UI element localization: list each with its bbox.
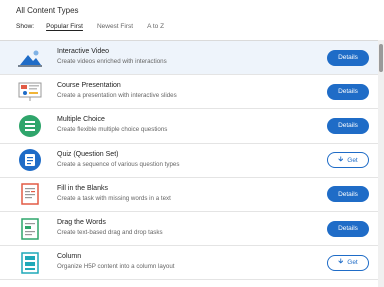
list-item[interactable]: Multiple Choice Create flexible multiple…	[0, 109, 378, 144]
content-type-list: Interactive Video Create videos enriched…	[0, 40, 378, 287]
list-item[interactable]: Fill in the Blanks Create a task with mi…	[0, 178, 378, 212]
item-name: Fill in the Blanks	[57, 184, 108, 192]
item-name: Interactive Video	[57, 48, 110, 55]
item-description: Create a presentation with interactive s…	[57, 92, 177, 100]
fill-in-the-blanks-icon	[18, 182, 42, 206]
get-label: Get	[347, 156, 358, 164]
item-description: Create videos enriched with interactions	[57, 58, 167, 65]
scrollbar-thumb[interactable]	[379, 44, 383, 72]
details-button[interactable]: Details	[327, 220, 369, 237]
item-name: Drag the Words	[57, 218, 106, 226]
item-description: Organize H5P content into a column layou…	[57, 263, 175, 271]
item-name: Multiple Choice	[57, 116, 105, 124]
list-item[interactable]: Column Organize H5P content into a colum…	[0, 246, 378, 281]
sort-popular-first[interactable]: Popular First	[46, 23, 83, 30]
item-description: Create text-based drag and drop tasks	[57, 228, 163, 236]
item-description: Create a task with missing words in a te…	[57, 194, 171, 202]
list-item[interactable]: Drag the Words Create text-based drag an…	[0, 212, 378, 247]
details-button[interactable]: Details	[327, 117, 369, 134]
show-label: Show:	[16, 23, 35, 30]
list-item[interactable]: Interactive Video Create videos enriched…	[0, 41, 378, 76]
item-name: Course Presentation	[57, 82, 121, 90]
sort-newest-first[interactable]: Newest First	[97, 23, 133, 30]
content-type-header: All Content Types Show: Popular First Ne…	[0, 0, 384, 40]
column-icon	[18, 251, 42, 275]
get-label: Get	[347, 259, 358, 267]
course-presentation-icon	[18, 80, 42, 104]
download-arrow-icon: 🡳	[338, 155, 344, 163]
sort-a-to-z[interactable]: A to Z	[147, 23, 164, 30]
multiple-choice-icon	[18, 114, 42, 138]
drag-the-words-icon	[18, 217, 42, 241]
list-item[interactable]: Quiz (Question Set) Create a sequence of…	[0, 144, 378, 178]
list-item[interactable]: Course Presentation Create a presentatio…	[0, 75, 378, 110]
details-button[interactable]: Details	[327, 83, 369, 100]
scrollbar[interactable]	[378, 40, 384, 287]
item-description: Create flexible multiple choice question…	[57, 126, 168, 134]
download-arrow-icon: 🡳	[338, 258, 344, 266]
get-button[interactable]: 🡳 Get	[327, 254, 369, 271]
item-name: Column	[57, 253, 82, 261]
details-button[interactable]: Details	[327, 186, 369, 203]
page-title: All Content Types	[16, 6, 79, 15]
item-name: Quiz (Question Set)	[57, 150, 119, 158]
get-button[interactable]: 🡳 Get	[327, 152, 369, 169]
details-button[interactable]: Details	[327, 49, 369, 66]
quiz-icon	[18, 148, 42, 172]
item-description: Create a sequence of various question ty…	[57, 160, 180, 168]
sort-bar: Show: Popular First Newest First A to Z	[16, 23, 384, 30]
interactive-video-icon	[18, 46, 42, 70]
